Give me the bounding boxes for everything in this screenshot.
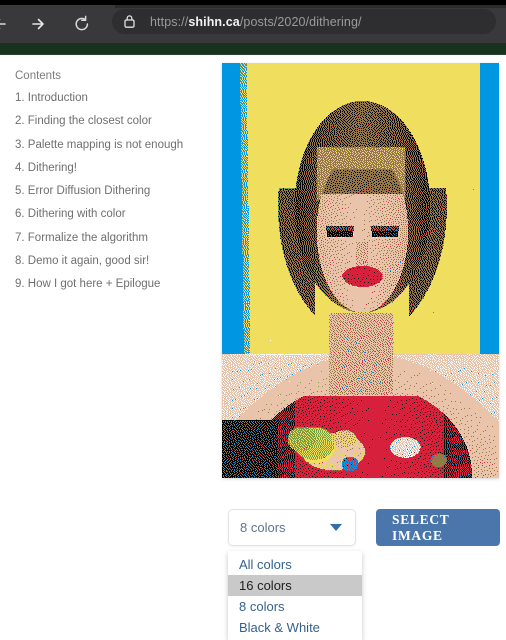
dropdown-option[interactable]: 16 colors [228,575,362,596]
chevron-down-icon [330,524,342,531]
select-image-button-label: SELECT IMAGE [392,512,484,544]
palette-select[interactable]: 8 colors [228,509,356,546]
dithered-portrait-image[interactable] [222,63,499,478]
toolbar-shade [115,5,506,8]
toc-item[interactable]: 3. Palette mapping is not enough [15,139,215,152]
reload-icon [71,13,93,35]
toc-item[interactable]: 7. Formalize the algorithm [15,232,215,245]
url-host: shihn.ca [188,15,240,29]
toc-list: 1. Introduction 2. Finding the closest co… [15,92,215,291]
arrow-left-icon [0,13,11,35]
dropdown-option[interactable]: All colors [228,554,362,575]
toc-item[interactable]: 8. Demo it again, good sir! [15,255,215,268]
toc-heading: Contents [15,70,215,83]
browser-chrome: https://shihn.ca/posts/2020/dithering/ [0,0,506,43]
toc-item[interactable]: 5. Error Diffusion Dithering [15,185,215,198]
arrow-right-icon [27,13,49,35]
page-content: Contents 1. Introduction 2. Finding the c… [0,56,506,629]
palette-select-value: 8 colors [240,520,330,535]
dropdown-option[interactable]: Black & White [228,617,362,638]
address-bar[interactable]: https://shihn.ca/posts/2020/dithering/ [112,9,496,34]
select-image-button[interactable]: SELECT IMAGE [376,509,500,546]
toc-item[interactable]: 9. How I got here + Epilogue [15,278,215,291]
dropdown-option[interactable]: 8 colors [228,596,362,617]
toc-item[interactable]: 1. Introduction [15,92,215,105]
forward-button[interactable] [24,10,52,38]
palette-dropdown-list[interactable]: All colors 16 colors 8 colors Black & White [228,551,362,640]
url-path: /posts/2020/dithering/ [240,15,362,29]
demo-controls: 8 colors SELECT IMAGE [228,509,500,549]
toc-item[interactable]: 2. Finding the closest color [15,115,215,128]
lock-icon [122,14,136,30]
url-text: https://shihn.ca/posts/2020/dithering/ [150,15,362,29]
table-of-contents: Contents 1. Introduction 2. Finding the c… [15,70,215,302]
reload-button[interactable] [68,10,96,38]
dither-canvas [222,63,499,478]
back-button[interactable] [0,10,14,38]
site-header-band [0,43,506,55]
toc-item[interactable]: 4. Dithering! [15,162,215,175]
url-scheme: https:// [150,15,188,29]
toc-item[interactable]: 6. Dithering with color [15,208,215,221]
